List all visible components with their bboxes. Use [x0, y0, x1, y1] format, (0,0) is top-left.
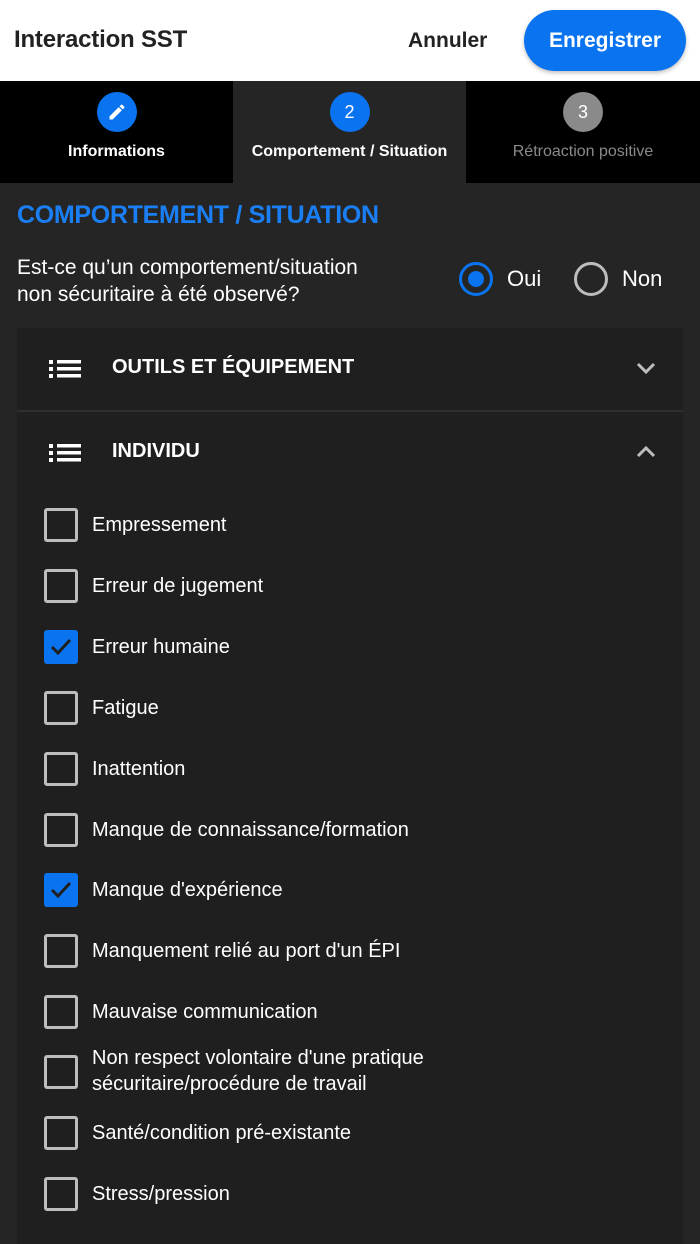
accordion-title: OUTILS ET ÉQUIPEMENT	[112, 356, 355, 378]
list-icon	[49, 358, 81, 385]
checkbox[interactable]	[44, 1116, 78, 1150]
radio-oui[interactable]: Oui	[459, 262, 541, 296]
checkbox[interactable]	[44, 813, 78, 847]
checkbox-label: Inattention	[92, 758, 186, 780]
checkbox-label-line: Non respect volontaire d'une pratique	[92, 1047, 424, 1069]
checkbox[interactable]	[44, 995, 78, 1029]
checkbox[interactable]	[44, 569, 78, 603]
check-icon	[50, 881, 72, 899]
step-retroaction[interactable]: 3 Rétroaction positive	[466, 81, 700, 183]
checkbox-label: Mauvaise communication	[92, 1001, 318, 1023]
checkbox-label: Non respect volontaire d'une pratique sé…	[92, 1045, 424, 1097]
accordion-header-individu[interactable]: INDIVIDU	[17, 412, 683, 494]
radio-button-selected[interactable]	[459, 262, 493, 296]
checkbox-label: Fatigue	[92, 697, 159, 719]
check-icon	[50, 638, 72, 656]
accordion-outils: OUTILS ET ÉQUIPEMENT	[17, 328, 683, 410]
checkbox-label: Stress/pression	[92, 1183, 230, 1205]
checkbox-label: Santé/condition pré-existante	[92, 1122, 352, 1144]
step-label: Informations	[68, 143, 165, 160]
checkbox-label: Manque d'expérience	[92, 879, 283, 901]
step-label: Rétroaction positive	[512, 143, 654, 160]
radio-label: Oui	[507, 266, 542, 291]
chevron-down-icon	[635, 360, 657, 381]
radio-non[interactable]: Non	[574, 262, 662, 296]
chevron-up-icon	[635, 444, 657, 465]
stepper: Informations 2 Comportement / Situation …	[0, 81, 700, 183]
pencil-icon	[96, 92, 137, 132]
section-title: COMPORTEMENT / SITUATION	[17, 201, 379, 229]
accordion-title: INDIVIDU	[112, 440, 200, 462]
checkbox[interactable]	[44, 934, 78, 968]
step-number: 3	[563, 92, 603, 132]
step-label: Comportement / Situation	[251, 143, 448, 160]
page-title: Interaction SST	[14, 26, 188, 53]
radio-button[interactable]	[574, 262, 608, 296]
cancel-button[interactable]: Annuler	[408, 29, 487, 53]
radio-label: Non	[622, 266, 663, 291]
checkbox-checked[interactable]	[44, 873, 78, 907]
step-informations[interactable]: Informations	[0, 81, 233, 183]
checkbox[interactable]	[44, 752, 78, 786]
checkbox[interactable]	[44, 508, 78, 542]
accordion-header-outils[interactable]: OUTILS ET ÉQUIPEMENT	[17, 328, 683, 410]
checkbox-label-line: sécuritaire/procédure de travail	[92, 1073, 367, 1095]
checkbox-label: Erreur de jugement	[92, 575, 264, 597]
checkbox[interactable]	[44, 1177, 78, 1211]
list-icon	[49, 442, 81, 469]
question-line: non sécuritaire à été observé?	[17, 283, 300, 306]
question-text: Est-ce qu’un comportement/situation non …	[17, 254, 437, 308]
checkbox-checked[interactable]	[44, 630, 78, 664]
app-header: Interaction SST Annuler Enregistrer	[0, 0, 700, 81]
save-button[interactable]: Enregistrer	[524, 10, 686, 71]
step-comportement[interactable]: 2 Comportement / Situation	[233, 81, 466, 183]
checkbox-label: Erreur humaine	[92, 636, 230, 658]
checkbox-label: Empressement	[92, 514, 227, 536]
checkbox-label: Manque de connaissance/formation	[92, 819, 409, 841]
question-line: Est-ce qu’un comportement/situation	[17, 256, 358, 279]
checkbox[interactable]	[44, 691, 78, 725]
checkbox-label: Manquement relié au port d'un ÉPI	[92, 940, 401, 962]
step-number: 2	[329, 92, 370, 132]
checkbox[interactable]	[44, 1055, 78, 1089]
